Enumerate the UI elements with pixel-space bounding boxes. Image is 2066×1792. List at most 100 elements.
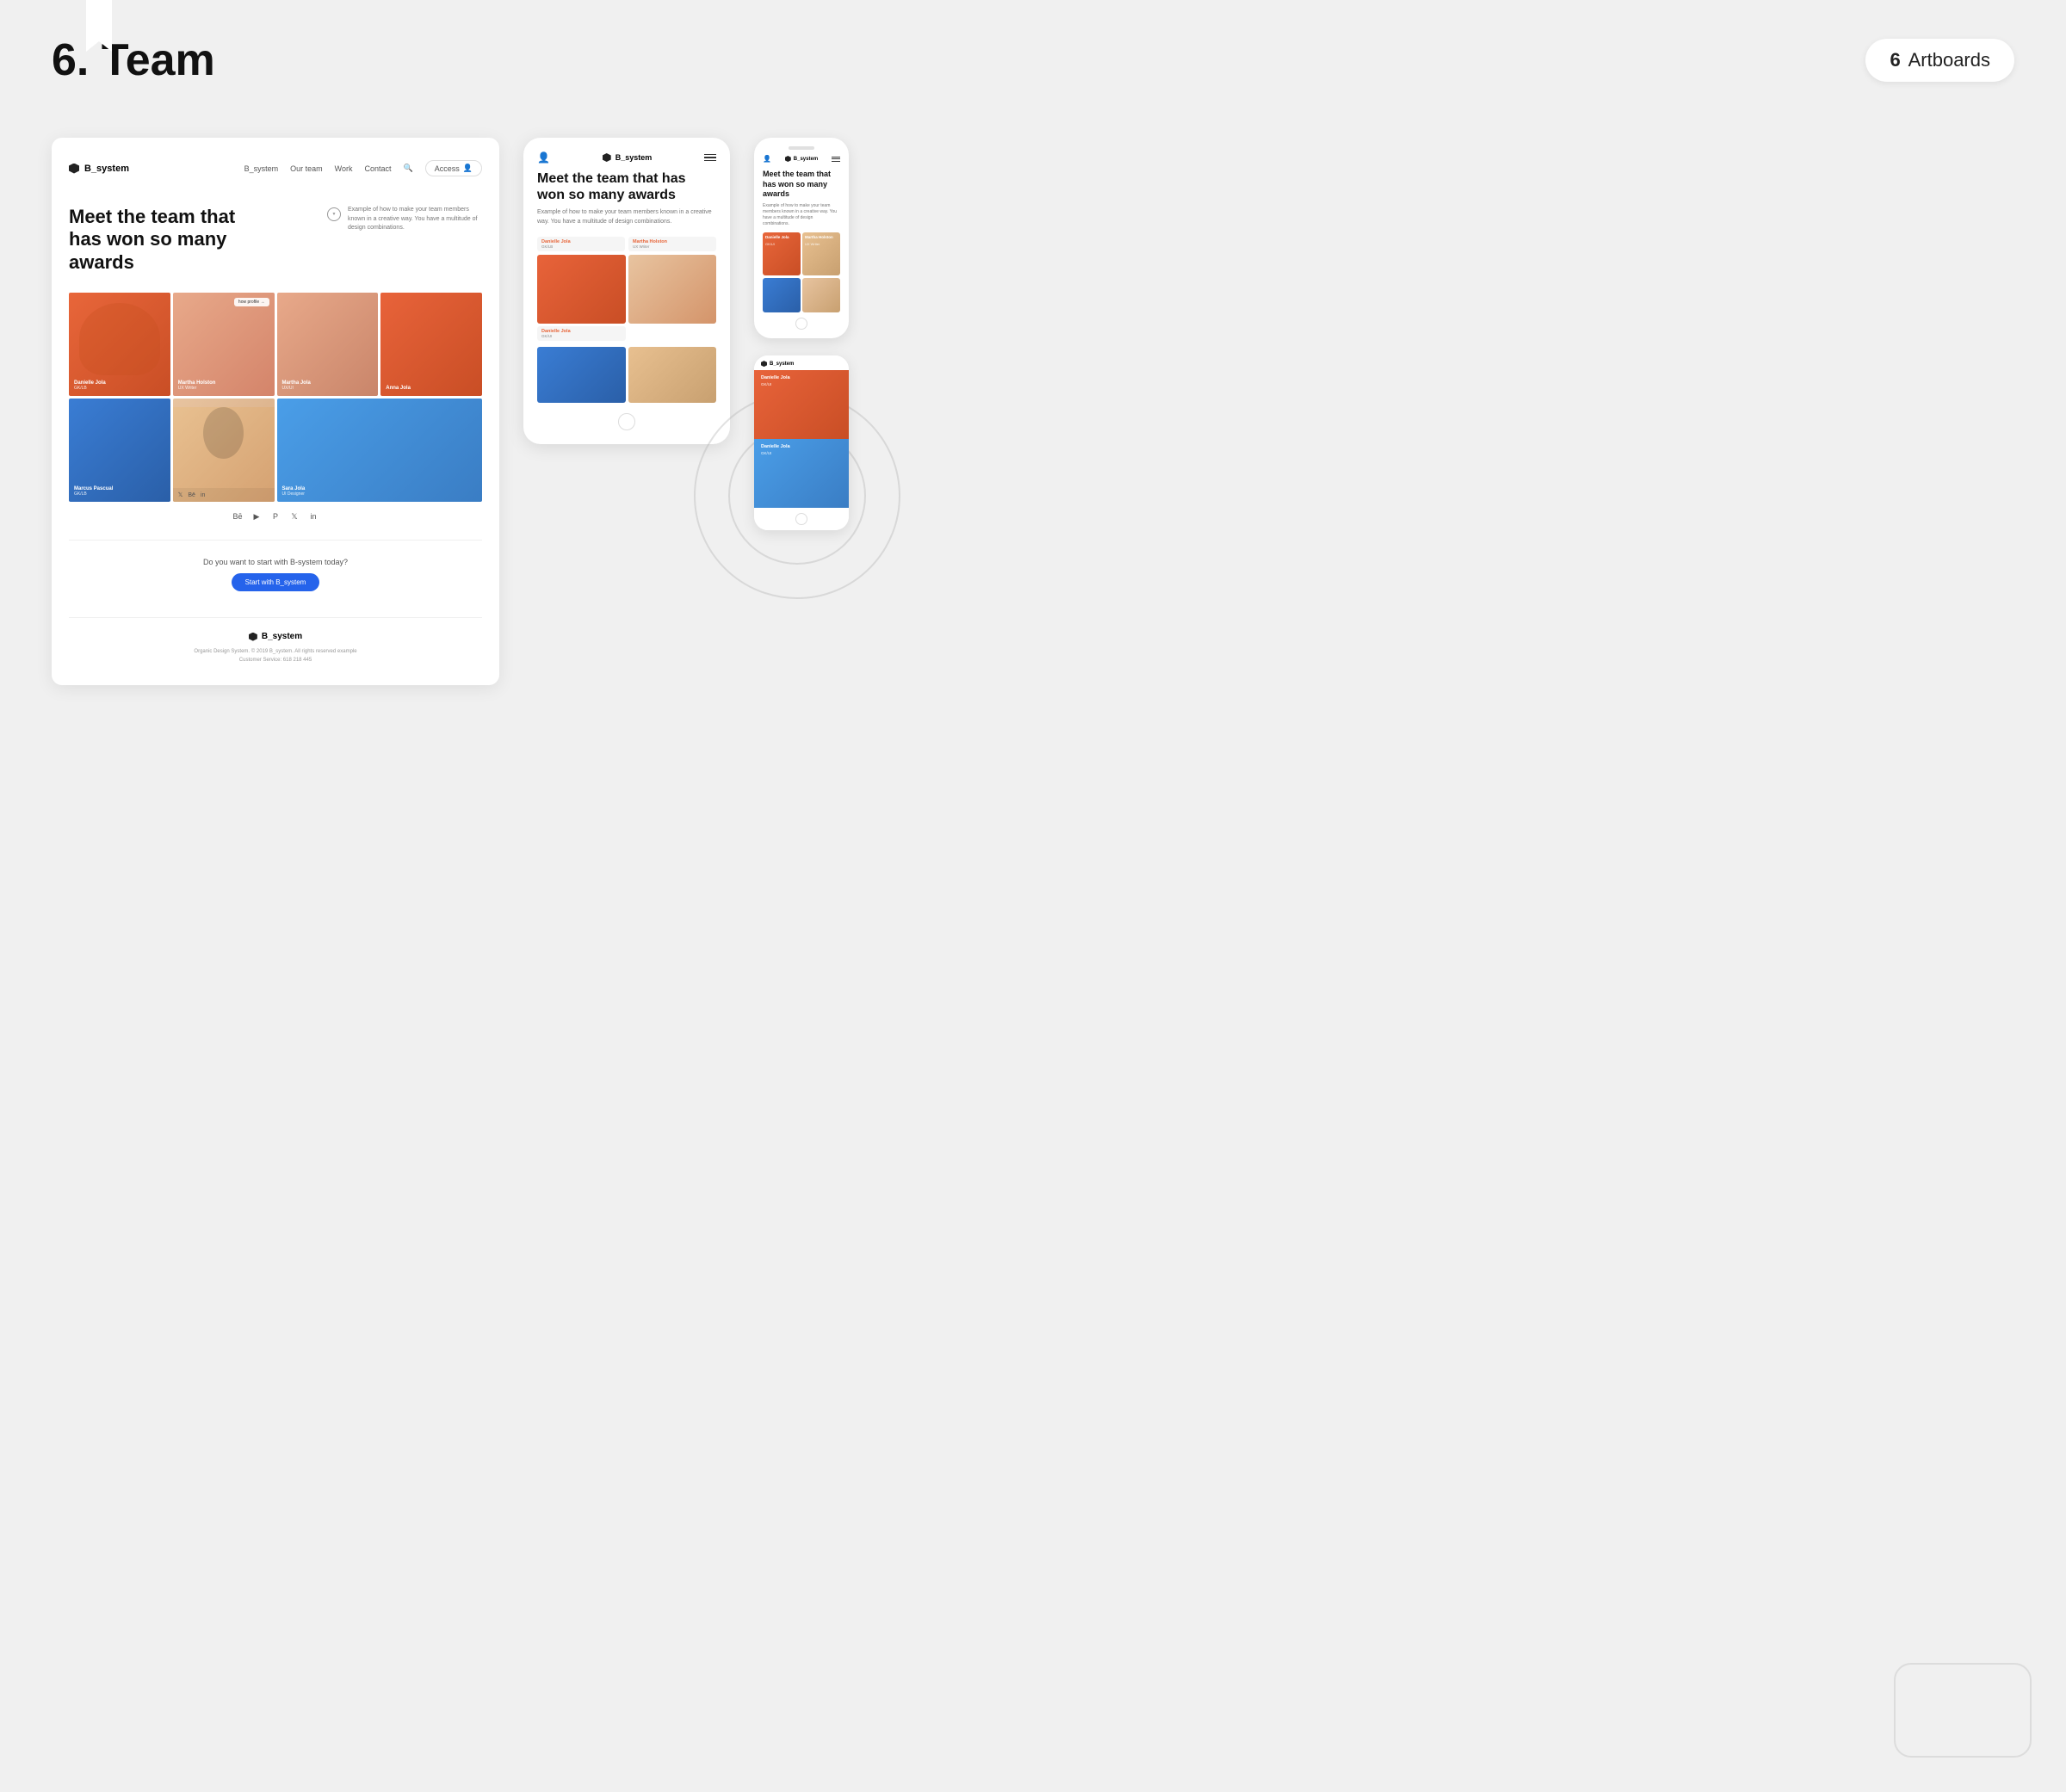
tablet-logo-icon [603, 153, 611, 162]
phone-card-name-overlay: Danielle Jola [763, 232, 801, 242]
access-label: Access [435, 164, 460, 173]
nav-link-work[interactable]: Work [335, 164, 353, 173]
phone-mockup-1: 👤 B_system Meet the team that has won so… [754, 138, 849, 338]
phone2-card-role: GK/UI [761, 382, 771, 386]
phone-team-row-1: Danielle Jola GK/UI Martha Holston UX Wr… [763, 232, 840, 275]
footer-copyright: Organic Design System. © 2019 B_system. … [69, 648, 482, 657]
phone2-home-area [754, 508, 849, 530]
desktop-nav: B_system B_system Our team Work Contact … [69, 155, 482, 188]
desktop-footer: B_system Organic Design System. © 2019 B… [69, 617, 482, 668]
team-cell-6[interactable]: 𝕏 Bē in [173, 399, 275, 502]
desktop-hero: Meet the team that has won so many award… [69, 188, 482, 282]
team-cell-5[interactable]: Marcus Pascual GK/LB [69, 399, 170, 502]
phone-card-role-overlay: GK/UI [763, 242, 801, 246]
phone-hero-1: Meet the team that has won so many award… [763, 170, 840, 227]
artboards-count: 6 [1890, 49, 1900, 71]
tablet-hero-heading: Meet the team that has won so many award… [537, 170, 716, 203]
nav-link-bsystem[interactable]: B_system [244, 164, 279, 173]
hover-label: how profile → [234, 298, 269, 306]
phone-card-name-2-overlay: Martha Holston [802, 232, 840, 242]
nav-access-button[interactable]: Access 👤 [425, 160, 482, 176]
team-cell-2[interactable]: Martha Holston UX Writer how profile → [173, 293, 275, 396]
phone-bottom-cell-2[interactable] [802, 278, 840, 312]
member-role-7: UI Designer [282, 491, 306, 497]
team-cell-4[interactable]: Anna Jola [380, 293, 482, 396]
logo-icon [69, 164, 79, 174]
phone-logo-icon-1 [785, 156, 791, 162]
member-role-3: UX/UI [282, 386, 311, 391]
phone-bottom-cell-1[interactable] [763, 278, 801, 312]
phone-hamburger-1[interactable] [832, 157, 840, 162]
social-be-icon: Bē [188, 492, 195, 498]
tablet-home-button[interactable] [618, 413, 635, 430]
phone2-logo-text: B_system [770, 361, 794, 367]
artboards-badge: 6 Artboards [1865, 39, 2014, 82]
desktop-logo-text: B_system [84, 164, 129, 174]
hero-description: Example of how to make your team members… [327, 206, 482, 233]
nav-search-icon[interactable]: 🔍 [404, 164, 413, 173]
page-title: 6. Team [52, 34, 215, 86]
tablet-top-status: 👤 B_system [537, 151, 716, 164]
phone2-logo-icon [761, 361, 767, 367]
tablet-label-1: Danielle Jola GK/LB [537, 237, 625, 251]
footer-logo-text: B_system [262, 632, 302, 641]
footer-logo: B_system [69, 632, 482, 641]
cta-question: Do you want to start with B-system today… [69, 558, 482, 566]
phone2-bottom-name: Danielle Jola [761, 444, 790, 449]
tablet-cell-1[interactable] [537, 255, 626, 324]
cta-button[interactable]: Start with B_system [232, 573, 320, 591]
phone-heading-1: Meet the team that has won so many award… [763, 170, 840, 200]
phone-logo-1: B_system [785, 156, 818, 162]
team-member-label-7: Sara Jola UI Designer [282, 486, 306, 497]
member-role-1: GK/LB [74, 386, 106, 391]
artboards-container: B_system B_system Our team Work Contact … [52, 138, 2014, 685]
phone-card-2[interactable]: Martha Holston UX Writer [802, 232, 840, 275]
tablet-hamburger-menu[interactable] [704, 154, 716, 162]
desktop-social-row: Bē ▶ P 𝕏 in [69, 502, 482, 531]
member-name-4: Anna Jola [386, 386, 411, 391]
nav-link-ourteam[interactable]: Our team [290, 164, 323, 173]
phone2-top-bar: B_system [754, 355, 849, 370]
team-cell-3[interactable]: Martha Jola UX/UI [277, 293, 379, 396]
footer-logo-icon [249, 633, 257, 641]
nav-link-contact[interactable]: Contact [365, 164, 392, 173]
member-role-2: UX Writer [178, 386, 216, 391]
bottom-right-decoration [1894, 1663, 2032, 1758]
tablet-hero: Meet the team that has won so many award… [537, 170, 716, 226]
phone2-home-button[interactable] [795, 513, 807, 525]
footer-service: Customer Service: 618 218 445 [69, 657, 482, 665]
social-youtube[interactable]: ▶ [251, 510, 263, 522]
social-pinterest[interactable]: P [269, 510, 281, 522]
tablet-member-role-3: GK/UI [541, 334, 622, 338]
location-icon [327, 207, 341, 221]
phone-card-1[interactable]: Danielle Jola GK/UI [763, 232, 801, 275]
phone-desc-1: Example of how to make your team members… [763, 203, 840, 227]
tablet-cell-2[interactable] [628, 255, 717, 324]
phone-user-icon-1: 👤 [763, 155, 771, 163]
member-role-5: GK/LB [74, 491, 113, 497]
phone2-bottom-role: GK/UI [761, 451, 771, 455]
desktop-nav-logo: B_system [69, 164, 129, 174]
phone-bottom-row-1 [763, 278, 840, 312]
phone2-logo: B_system [761, 361, 842, 367]
tablet-cell-3[interactable] [537, 347, 626, 403]
phone-mockup-2: B_system Danielle Jola GK/UI Danielle Jo… [754, 355, 849, 530]
social-twitter[interactable]: 𝕏 [288, 510, 300, 522]
tablet-status-icon: 👤 [537, 151, 550, 164]
team-cell-1[interactable]: Danielle Jola GK/LB [69, 293, 170, 396]
hero-text: Meet the team that has won so many award… [69, 206, 258, 274]
social-linkedin[interactable]: in [307, 510, 319, 522]
hero-desc-text: Example of how to make your team members… [348, 206, 482, 233]
tablet-label-bottom: Danielle Jola GK/UI [537, 326, 626, 341]
tablet-member-role-1: GK/LB [541, 244, 621, 249]
desktop-cta-section: Do you want to start with B-system today… [69, 540, 482, 609]
phones-area: 👤 B_system Meet the team that has won so… [754, 138, 849, 530]
team-member-label-1: Danielle Jola GK/LB [74, 380, 106, 391]
cell-social-row: 𝕏 Bē in [173, 488, 275, 502]
phone2-card-top[interactable]: Danielle Jola GK/UI [754, 370, 849, 439]
desktop-nav-links: B_system Our team Work Contact 🔍 Access … [244, 160, 482, 176]
team-cell-7[interactable]: Sara Jola UI Designer [277, 399, 483, 502]
social-behance[interactable]: Bē [232, 510, 244, 522]
phone2-card-bottom[interactable]: Danielle Jola GK/UI [754, 439, 849, 508]
phone-home-circle-1[interactable] [795, 318, 807, 330]
